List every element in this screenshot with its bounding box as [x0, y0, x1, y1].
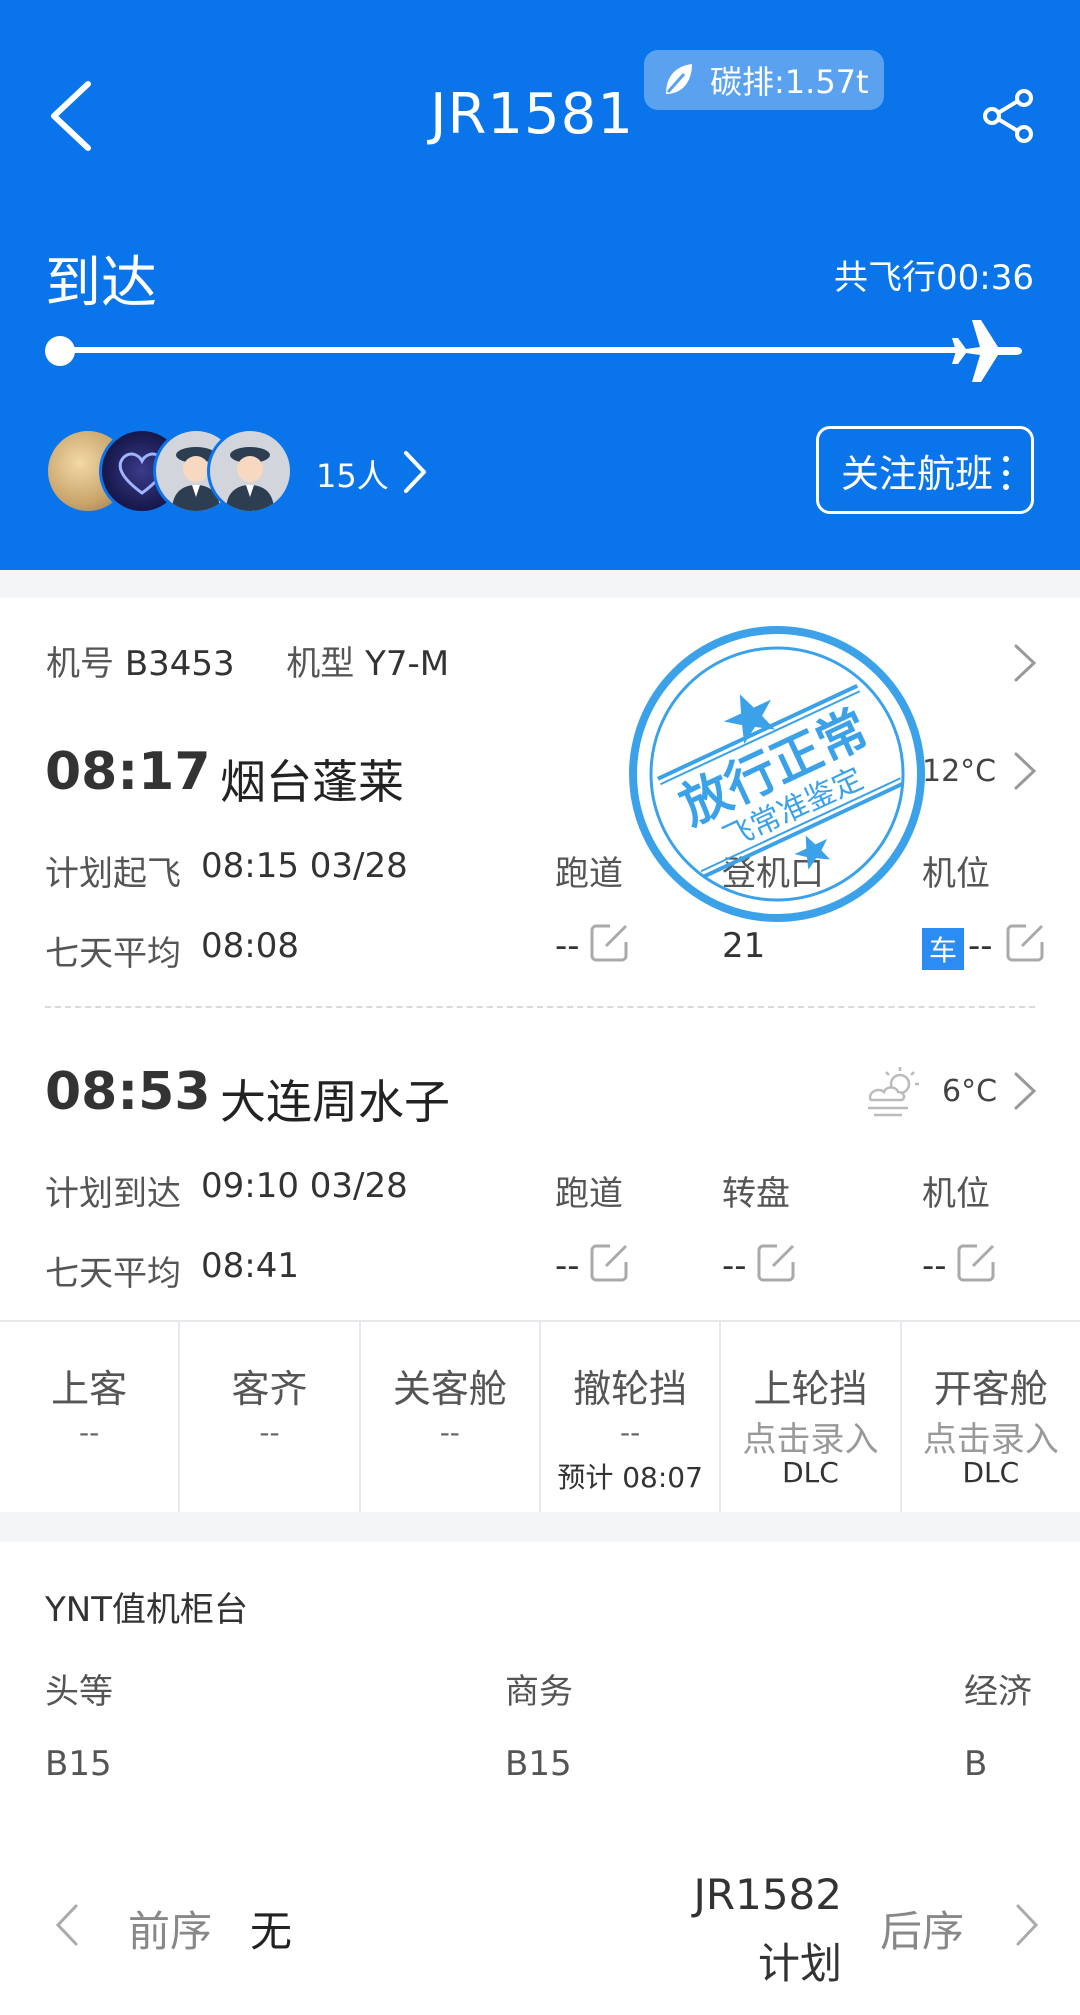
chevron-right-icon[interactable] — [1012, 642, 1038, 684]
milestone-sub: 预计 08:07 — [557, 1461, 703, 1494]
arrival-city[interactable]: 大连周水子 — [220, 1066, 450, 1132]
economy-class-counter: B — [964, 1744, 988, 1784]
economy-class-label: 经济 — [964, 1672, 1032, 1712]
follow-flight-label: 关注航班 — [841, 451, 994, 496]
flight-status: 到达 — [45, 251, 157, 316]
leaf-icon — [666, 64, 692, 94]
departure-plan-value: 08:15 03/28 — [201, 846, 408, 886]
business-class-counter: B15 — [505, 1744, 572, 1784]
progress-start-dot — [45, 336, 75, 366]
arrival-stand-value: -- — [922, 1246, 947, 1286]
milestone-label: 撤轮挡 — [573, 1367, 688, 1411]
next-flight-status[interactable]: 计划 — [758, 1930, 842, 1991]
previous-flight-value[interactable]: 无 — [250, 1898, 292, 1959]
stand-badge: 车 — [922, 928, 964, 970]
milestone-sub: DLC — [782, 1456, 839, 1489]
departure-city[interactable]: 烟台蓬莱 — [220, 746, 404, 812]
milestone-cell[interactable]: 关客舱 -- — [361, 1322, 541, 1512]
edit-icon[interactable] — [957, 1242, 997, 1282]
flight-duration: 共飞行00:36 — [834, 258, 1034, 298]
arrival-avg-value: 08:41 — [201, 1246, 299, 1286]
reg-value: B3453 — [124, 644, 235, 684]
departure-runway-value: -- — [555, 926, 580, 966]
milestone-label: 客齐 — [231, 1367, 308, 1411]
divider — [45, 1006, 1035, 1008]
flight-header: JR1581 碳排:1.57t 到达 共飞行00:36 15人 关注航班 — [0, 0, 1080, 570]
more-icon — [1003, 456, 1009, 490]
counter-title: YNT值机柜台 — [45, 1590, 248, 1630]
chevron-right-icon[interactable] — [400, 449, 430, 495]
people-count[interactable]: 15人 — [316, 451, 389, 497]
aircraft-info[interactable]: 机号 B3453 机型 Y7-M — [46, 636, 449, 685]
arrival-runway-label: 跑道 — [555, 1174, 623, 1214]
milestone-value[interactable]: 点击录入 — [721, 1412, 899, 1461]
departure-time: 08:17 — [45, 742, 211, 802]
milestone-value: -- — [79, 1416, 100, 1449]
arrival-avg-label: 七天平均 — [45, 1254, 181, 1294]
arrival-time: 08:53 — [45, 1062, 211, 1122]
edit-icon[interactable] — [757, 1242, 797, 1282]
chevron-right-icon[interactable] — [1012, 1902, 1042, 1948]
edit-icon[interactable] — [590, 922, 630, 962]
type-value: Y7-M — [365, 644, 450, 684]
avatar — [207, 428, 293, 514]
chevron-right-icon[interactable] — [1012, 1070, 1038, 1112]
milestone-cell[interactable]: 开客舱 点击录入 DLC — [902, 1322, 1080, 1512]
milestone-cell[interactable]: 客齐 -- — [180, 1322, 361, 1512]
milestone-label: 上轮挡 — [753, 1367, 868, 1411]
carbon-text: 碳排:1.57t — [710, 63, 869, 101]
first-class-label: 头等 — [45, 1672, 113, 1712]
departure-stand-value: -- — [968, 926, 993, 966]
progress-track — [60, 347, 960, 353]
carbon-badge[interactable]: 碳排:1.57t — [644, 50, 884, 110]
departure-plan-label: 计划起飞 — [45, 854, 181, 894]
pilot-icon — [226, 447, 274, 511]
milestone-value[interactable]: 点击录入 — [902, 1412, 1080, 1461]
milestone-cell[interactable]: 撤轮挡 -- 预计 08:07 — [541, 1322, 722, 1512]
milestone-grid: 上客 -- 客齐 -- 关客舱 -- 撤轮挡 -- 预计 08:07 上轮挡 点… — [0, 1320, 1080, 1512]
departure-stand-label: 机位 — [922, 854, 990, 894]
gate-value: 21 — [722, 926, 766, 966]
arrival-temp: 6°C — [942, 1074, 998, 1109]
airplane-icon — [952, 320, 1022, 382]
chevron-right-icon[interactable] — [1012, 750, 1038, 792]
next-flight-label[interactable]: 后序 — [880, 1898, 964, 1959]
milestone-cell[interactable]: 上客 -- — [0, 1322, 181, 1512]
departure-avg-label: 七天平均 — [45, 934, 181, 974]
milestone-cell[interactable]: 上轮挡 点击录入 DLC — [721, 1322, 902, 1512]
edit-icon[interactable] — [1006, 922, 1046, 962]
follow-flight-button[interactable]: 关注航班 — [816, 426, 1034, 514]
milestone-label: 开客舱 — [933, 1367, 1048, 1411]
arrival-stand-label: 机位 — [922, 1174, 990, 1214]
next-flight-number[interactable]: JR1582 — [694, 1870, 842, 1919]
arrival-plan-value: 09:10 03/28 — [201, 1166, 408, 1206]
milestone-label: 上客 — [51, 1367, 128, 1411]
flight-number: JR1581 — [430, 82, 634, 147]
chevron-left-icon[interactable] — [52, 1902, 82, 1948]
release-stamp: 放行正常 飞常准鉴定 — [629, 626, 925, 922]
milestone-value: -- — [259, 1416, 280, 1449]
edit-icon[interactable] — [590, 1242, 630, 1282]
departure-runway-label: 跑道 — [555, 854, 623, 894]
type-label: 机型 — [286, 644, 355, 684]
back-icon[interactable] — [44, 78, 100, 154]
departure-temp: 12°C — [922, 754, 997, 789]
weather-cloudy-icon — [868, 1067, 919, 1117]
arrival-runway-value: -- — [555, 1246, 580, 1286]
arrival-plan-label: 计划到达 — [45, 1174, 181, 1214]
milestone-sub: DLC — [962, 1456, 1020, 1489]
share-icon[interactable] — [980, 88, 1036, 144]
business-class-label: 商务 — [505, 1672, 573, 1712]
milestone-value: -- — [439, 1416, 460, 1449]
carousel-label: 转盘 — [722, 1174, 790, 1214]
carousel-value: -- — [722, 1246, 747, 1286]
previous-flight-label[interactable]: 前序 — [128, 1898, 212, 1959]
milestone-value: -- — [620, 1416, 641, 1449]
departure-avg-value: 08:08 — [201, 926, 299, 966]
first-class-counter: B15 — [45, 1744, 112, 1784]
milestone-label: 关客舱 — [392, 1367, 507, 1411]
reg-label: 机号 — [46, 644, 114, 684]
